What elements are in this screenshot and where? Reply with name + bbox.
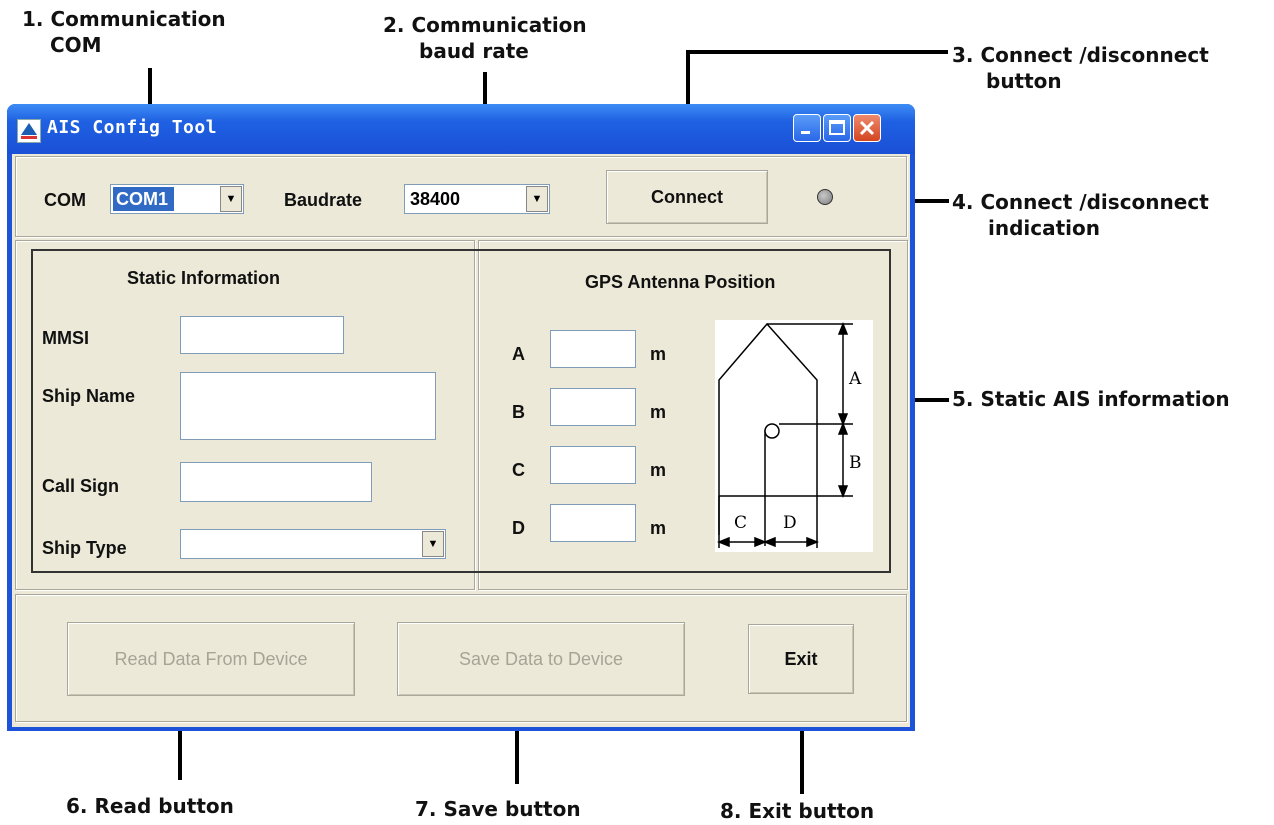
annotation-exit: 8. Exit button (720, 799, 875, 823)
ship-type-label: Ship Type (42, 538, 127, 558)
call-sign-input[interactable] (180, 462, 372, 502)
connect-button[interactable]: Connect (606, 170, 768, 224)
baudrate-select[interactable]: 38400 ▼ (404, 184, 550, 214)
ship-name-label: Ship Name (42, 386, 136, 406)
annotation-read: 6. Read button (66, 794, 234, 818)
maximize-icon (829, 120, 845, 135)
antenna-position-diagram: A B C D (715, 320, 873, 552)
maximize-button[interactable] (823, 114, 851, 142)
annotation-indicator-line1: 4. Connect /disconnect (952, 190, 1209, 214)
ship-type-select[interactable]: ▼ (180, 529, 446, 559)
annotation-baud-line2: baud rate (419, 39, 529, 63)
gps-b-label: B (512, 402, 525, 422)
exit-button[interactable]: Exit (748, 624, 854, 694)
read-data-button[interactable]: Read Data From Device (67, 622, 355, 696)
ship-type-dropdown-icon[interactable]: ▼ (422, 531, 444, 557)
gps-c-label: C (512, 460, 525, 480)
com-port-dropdown-icon[interactable]: ▼ (220, 186, 242, 212)
connection-indicator-icon (817, 189, 833, 205)
annotation-com-line2: COM (50, 33, 102, 57)
gps-a-label: A (512, 344, 525, 364)
annotation-connect-button-line2: button (986, 69, 1062, 93)
annotation-com-line1: 1. Communication (22, 7, 226, 31)
annotation-save: 7. Save button (415, 797, 581, 821)
baudrate-label: Baudrate (284, 190, 363, 210)
annotation-baud: 2. Communication baud rate (383, 12, 587, 64)
mmsi-label: MMSI (42, 328, 89, 348)
gps-b-unit: m (650, 402, 667, 422)
gps-b-input[interactable] (550, 388, 636, 426)
annotation-baud-line1: 2. Communication (383, 13, 587, 37)
gps-d-label: D (512, 518, 525, 538)
baudrate-dropdown-icon[interactable]: ▼ (526, 186, 548, 212)
close-button[interactable] (853, 114, 881, 142)
dialog-body: COM COM1 ▼ Baudrate 38400 ▼ Connect Stat… (12, 154, 910, 727)
gps-heading: GPS Antenna Position (585, 272, 776, 292)
gps-c-input[interactable] (550, 446, 636, 484)
call-sign-label: Call Sign (42, 476, 120, 496)
diagram-label-d: D (783, 513, 797, 533)
window-title: AIS Config Tool (47, 117, 218, 138)
annotation-static-info: 5. Static AIS information (952, 387, 1230, 411)
annotation-indicator: 4. Connect /disconnect indication (952, 189, 1209, 241)
gps-c-unit: m (650, 460, 667, 480)
annotation-connect-button: 3. Connect /disconnect button (952, 42, 1209, 94)
com-label: COM (44, 190, 86, 210)
annotation-indicator-line2: indication (988, 216, 1101, 240)
app-window: AIS Config Tool COM COM1 ▼ Baudrate 3840… (7, 104, 915, 731)
annotation-connect-button-line1: 3. Connect /disconnect (952, 43, 1209, 67)
annotation-com: 1. Communication COM (22, 6, 226, 58)
gps-a-unit: m (650, 344, 667, 364)
gps-d-input[interactable] (550, 504, 636, 542)
baudrate-value: 38400 (410, 189, 461, 209)
com-port-value: COM1 (113, 187, 175, 211)
diagram-label-b: B (849, 453, 862, 473)
mmsi-input[interactable] (180, 316, 344, 354)
ship-name-input[interactable] (180, 372, 436, 440)
ship-type-value (183, 532, 192, 556)
com-port-select[interactable]: COM1 ▼ (110, 184, 244, 214)
app-logo-icon (17, 119, 41, 143)
annotation-connect-button-leader-h (686, 50, 948, 54)
gps-a-input[interactable] (550, 330, 636, 368)
minimize-button[interactable] (793, 114, 821, 142)
diagram-label-a: A (848, 369, 862, 389)
save-data-button[interactable]: Save Data to Device (397, 622, 685, 696)
close-icon (859, 120, 875, 136)
gps-d-unit: m (650, 518, 667, 538)
static-info-heading: Static Information (127, 268, 281, 288)
minimize-icon (801, 131, 810, 134)
title-bar[interactable]: AIS Config Tool (7, 104, 915, 154)
diagram-label-c: C (734, 513, 747, 533)
